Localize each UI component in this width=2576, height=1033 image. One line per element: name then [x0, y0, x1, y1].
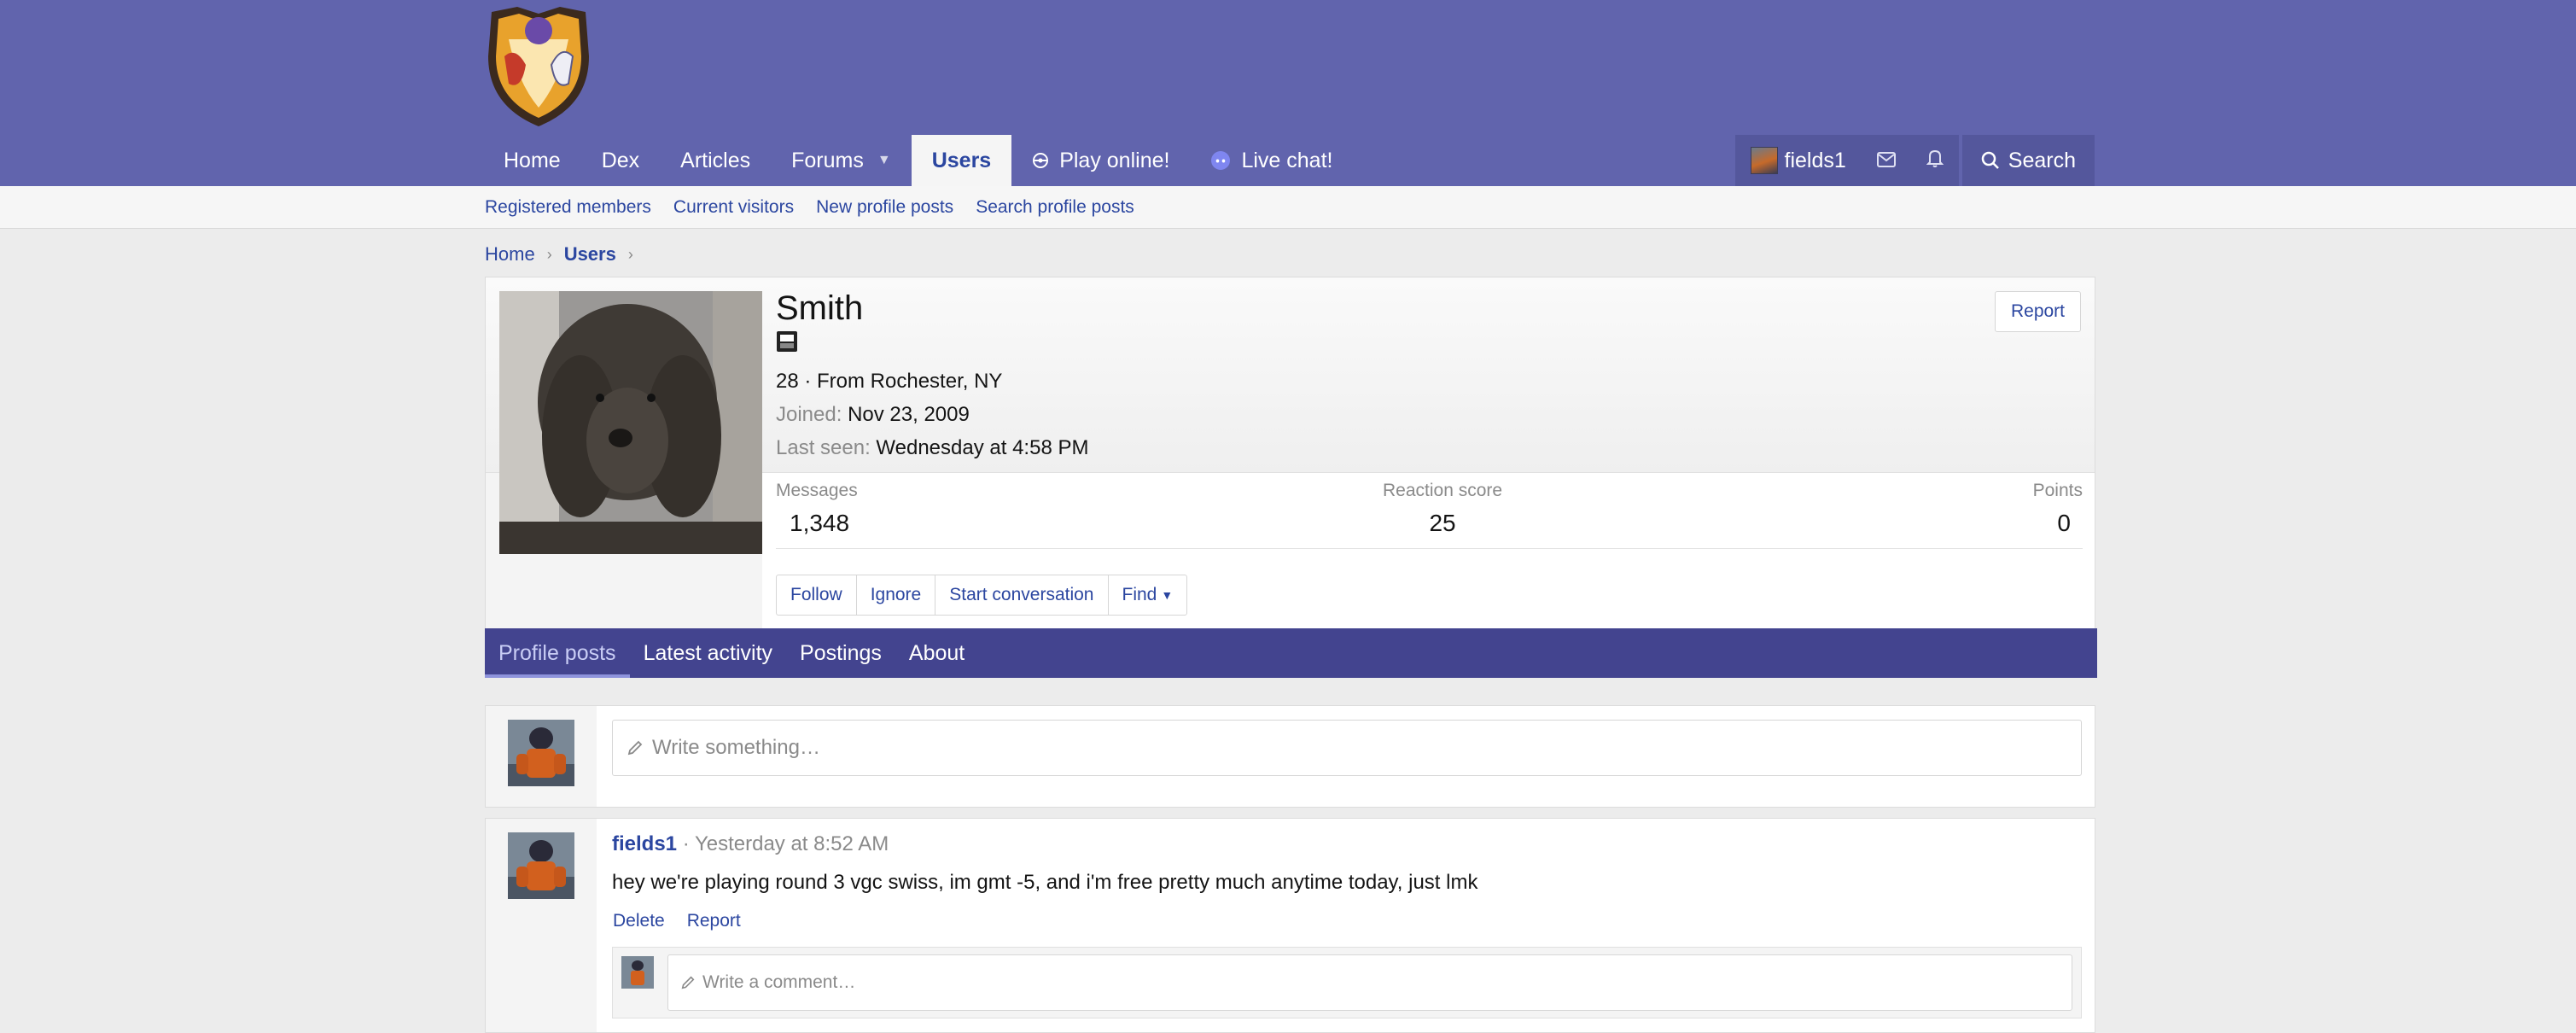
profile-actions: Follow Ignore Start conversation Find ▼ — [776, 575, 1188, 616]
account-link[interactable]: fields1 — [1735, 135, 1862, 186]
nav-users-label: Users — [931, 148, 992, 172]
avatar — [1750, 147, 1778, 174]
stat-reaction-value: 25 — [1429, 510, 1456, 536]
joined-label: Joined: — [776, 403, 842, 426]
stat-points-label: Points — [2032, 481, 2083, 500]
tab-latest-activity[interactable]: Latest activity — [630, 628, 786, 678]
profile-card: Smith 28 · From Rochester, NY Joined: No… — [485, 277, 2097, 678]
breadcrumb-users[interactable]: Users — [564, 243, 616, 266]
nav-play-online[interactable]: Play online! — [1011, 135, 1190, 186]
profile-tabs: Profile posts Latest activity Postings A… — [485, 628, 2097, 678]
subnav-new-profile-posts[interactable]: New profile posts — [816, 197, 953, 218]
write-comment-placeholder: Write a comment… — [702, 972, 856, 992]
write-something-placeholder: Write something… — [652, 736, 820, 759]
post-timestamp[interactable]: Yesterday at 8:52 AM — [695, 832, 889, 855]
last-seen-value: Wednesday at 4:58 PM — [876, 436, 1089, 459]
nav-dex[interactable]: Dex — [581, 135, 660, 186]
nav-home-label: Home — [504, 148, 561, 172]
stat-points[interactable]: Points 0 — [2033, 481, 2083, 537]
post-separator: · — [682, 832, 695, 855]
chevron-right-icon: › — [627, 245, 633, 263]
find-label: Find — [1122, 585, 1157, 604]
nav-forums-label: Forums — [791, 148, 864, 172]
tab-about[interactable]: About — [895, 628, 978, 678]
inbox-button[interactable] — [1862, 135, 1911, 186]
search-icon — [1981, 151, 2000, 170]
follow-button[interactable]: Follow — [776, 575, 857, 616]
search-button[interactable]: Search — [1961, 135, 2095, 186]
nav-users[interactable]: Users — [911, 135, 1012, 186]
stat-reaction-label: Reaction score — [1383, 481, 1503, 500]
bell-icon — [1926, 149, 1944, 173]
nav-articles[interactable]: Articles — [660, 135, 771, 186]
avatar[interactable] — [508, 832, 574, 899]
chevron-right-icon: › — [546, 245, 552, 263]
post-actions: Delete Report — [613, 911, 741, 931]
trophy-badge-icon — [776, 330, 798, 353]
write-something-input[interactable]: Write something… — [612, 720, 2082, 776]
chevron-down-icon[interactable]: ▼ — [877, 153, 891, 168]
subnav-registered-members[interactable]: Registered members — [485, 197, 651, 218]
avatar[interactable] — [621, 956, 654, 989]
profile-age-location: 28 · From Rochester, NY — [776, 370, 1003, 393]
stat-messages[interactable]: Messages 1,348 — [776, 481, 858, 537]
pencil-icon — [680, 975, 696, 990]
report-link[interactable]: Report — [687, 911, 741, 931]
breadcrumb-home[interactable]: Home — [485, 243, 535, 266]
site-logo[interactable] — [483, 5, 594, 130]
nav-play-online-label: Play online! — [1059, 148, 1170, 172]
pencil-icon — [627, 739, 644, 756]
stat-reaction-score: Reaction score 25 — [1383, 481, 1502, 537]
main-nav: Home Dex Articles Forums ▼ Users Play onl… — [483, 135, 1353, 186]
profile-name: Smith — [776, 289, 864, 327]
sub-nav: Registered members Current visitors New … — [0, 186, 2576, 229]
subnav-search-profile-posts[interactable]: Search profile posts — [976, 197, 1134, 218]
last-seen-label: Last seen: — [776, 436, 871, 459]
ignore-button[interactable]: Ignore — [855, 575, 936, 616]
profile-post-composer: Write something… — [485, 705, 2095, 808]
delete-link[interactable]: Delete — [613, 911, 665, 931]
account-group: fields1 — [1734, 135, 1959, 186]
composer-pointer — [597, 735, 610, 762]
nav-live-chat[interactable]: Live chat! — [1190, 135, 1353, 186]
breadcrumb: Home › Users › — [485, 243, 633, 266]
profile-last-seen: Last seen: Wednesday at 4:58 PM — [776, 431, 1088, 464]
profile-stats: Messages 1,348 Reaction score 25 Points … — [776, 481, 2083, 549]
account-name: fields1 — [1784, 148, 1846, 172]
post-author[interactable]: fields1 — [612, 832, 677, 855]
envelope-icon — [1876, 149, 1896, 173]
chevron-down-icon: ▼ — [1161, 588, 1174, 602]
subnav-current-visitors[interactable]: Current visitors — [673, 197, 794, 218]
pokeball-icon — [1032, 152, 1049, 169]
profile-avatar[interactable] — [499, 291, 762, 554]
comment-area: Write a comment… — [612, 947, 2082, 1018]
report-button[interactable]: Report — [1994, 291, 2081, 332]
post-header: fields1 · Yesterday at 8:52 AM — [612, 832, 889, 856]
search-label: Search — [2008, 148, 2076, 172]
profile-meta: 28 · From Rochester, NY Joined: Nov 23, … — [776, 365, 1088, 464]
profile-joined: Joined: Nov 23, 2009 — [776, 398, 1088, 431]
site-header: Home Dex Articles Forums ▼ Users Play onl… — [0, 0, 2576, 186]
tab-postings[interactable]: Postings — [786, 628, 895, 678]
post-pointer — [597, 844, 610, 872]
nav-home[interactable]: Home — [483, 135, 581, 186]
nav-dex-label: Dex — [601, 148, 640, 172]
write-comment-input[interactable]: Write a comment… — [667, 954, 2072, 1011]
discord-icon — [1210, 150, 1231, 171]
stat-messages-value: 1,348 — [790, 510, 850, 536]
avatar[interactable] — [508, 720, 574, 786]
stat-messages-label: Messages — [776, 481, 858, 500]
profile-post: fields1 · Yesterday at 8:52 AM hey we're… — [485, 818, 2095, 1033]
post-body: hey we're playing round 3 vgc swiss, im … — [612, 871, 1478, 894]
tab-profile-posts[interactable]: Profile posts — [485, 628, 630, 678]
stat-points-value: 0 — [2057, 510, 2071, 536]
account-nav: fields1 Search — [1734, 135, 2095, 186]
nav-live-chat-label: Live chat! — [1241, 148, 1333, 172]
start-conversation-button[interactable]: Start conversation — [935, 575, 1109, 616]
find-button[interactable]: Find ▼ — [1107, 575, 1188, 616]
nav-articles-label: Articles — [680, 148, 751, 172]
alerts-button[interactable] — [1911, 135, 1959, 186]
nav-forums[interactable]: Forums ▼ — [771, 135, 912, 186]
joined-value: Nov 23, 2009 — [848, 403, 970, 426]
